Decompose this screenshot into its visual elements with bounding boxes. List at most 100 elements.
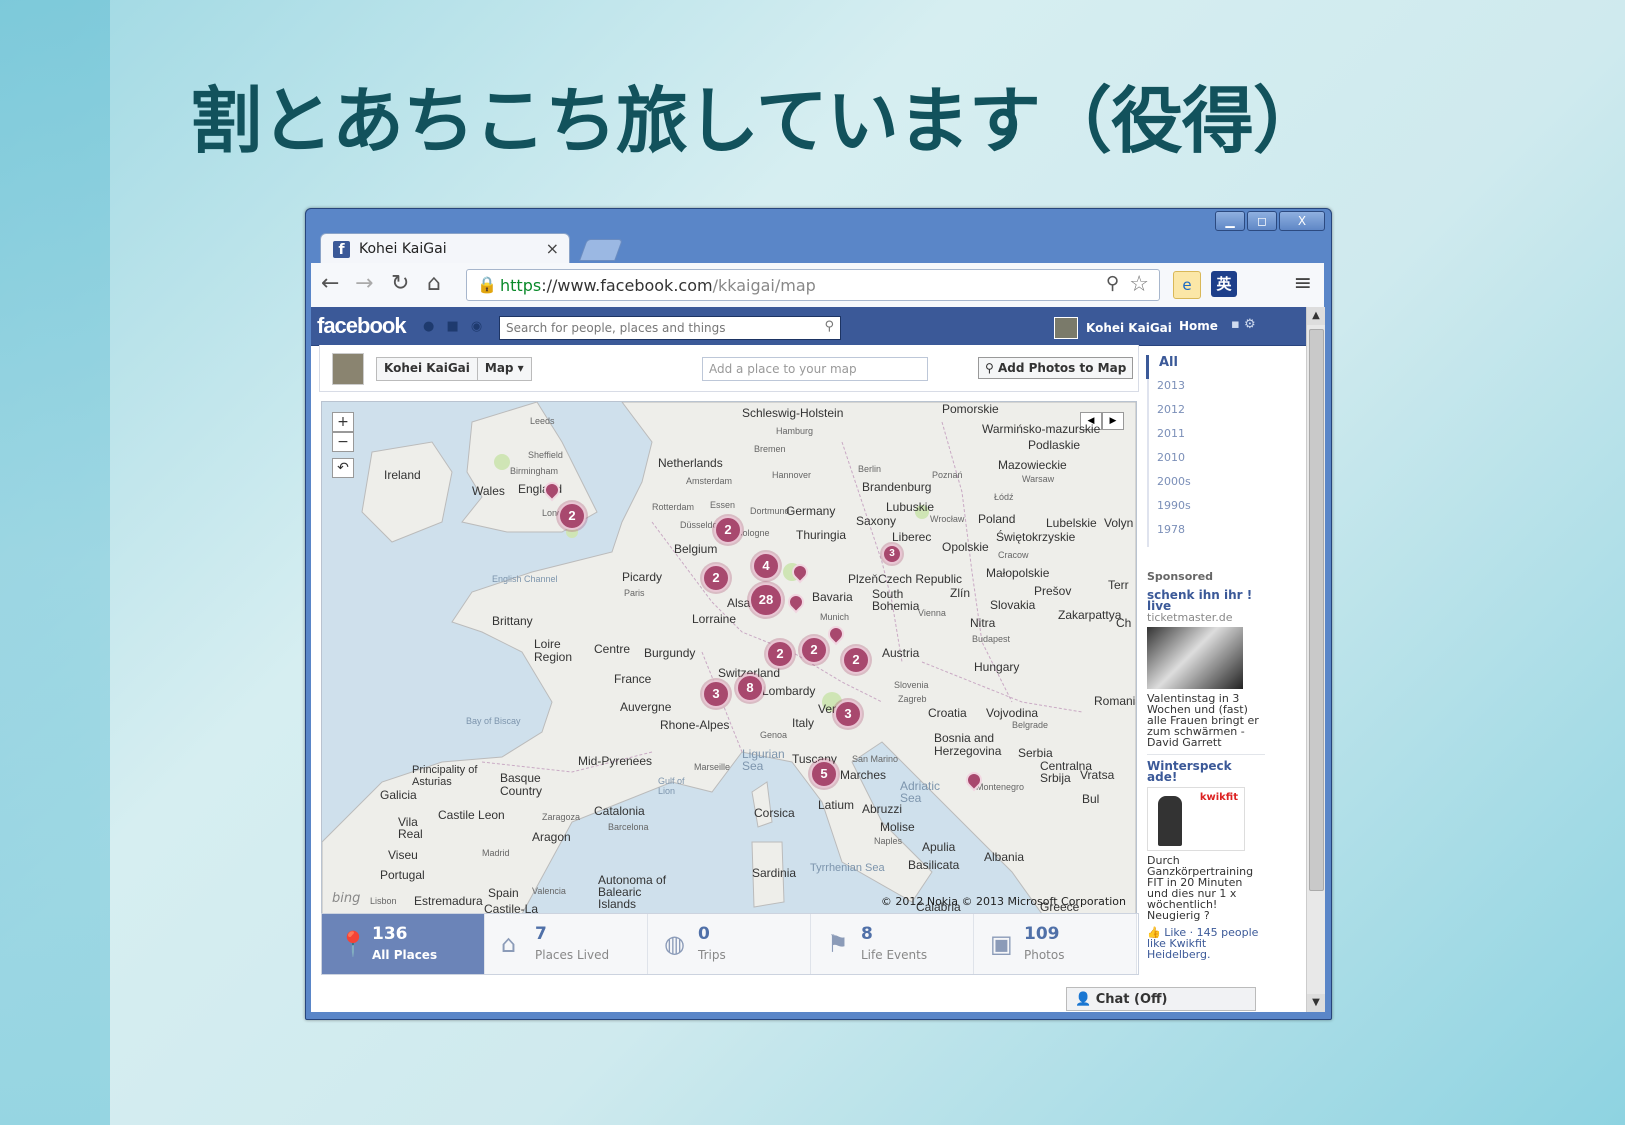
add-photos-button[interactable]: ⚲ Add Photos to Map	[978, 357, 1134, 379]
stat-life-events[interactable]: ⚑ 8 Life Events	[811, 914, 974, 974]
map-label: Sardinia	[752, 866, 797, 880]
map-label: Zakarpattya	[1058, 608, 1122, 622]
page-scrollbar[interactable]: ▲ ▼	[1306, 307, 1325, 1012]
stat-trips[interactable]: ◍ 0 Trips	[648, 914, 811, 974]
map-city: Belgrade	[1012, 720, 1049, 730]
browser-menu-icon[interactable]: ≡	[1294, 271, 1312, 296]
reload-icon[interactable]: ↻	[391, 271, 409, 296]
stat-photos[interactable]: ▣ 109 Photos	[974, 914, 1137, 974]
map-city: Essen	[710, 500, 736, 510]
map-label: Marches	[840, 768, 887, 782]
scroll-up-arrow-icon[interactable]: ▲	[1307, 307, 1325, 325]
home-link[interactable]: Home	[1179, 319, 1218, 333]
map-view[interactable]: + − ↶ ◀ ▶ Schleswig-Holstein Pomorskie W…	[321, 401, 1137, 915]
map-cluster-marker[interactable]: 2	[558, 502, 586, 530]
settings-gear-icon[interactable]: ▪ ⚙	[1231, 317, 1256, 332]
stat-places-lived[interactable]: ⌂ 7 Places Lived	[485, 914, 648, 974]
ad-url[interactable]: ticketmaster.de	[1147, 612, 1265, 623]
map-city: Madrid	[482, 848, 510, 858]
forward-arrow-icon[interactable]: →	[355, 271, 373, 296]
map-city: San Marino	[852, 754, 899, 764]
bookmark-star-icon[interactable]: ☆	[1129, 272, 1149, 297]
map-cluster-marker[interactable]: 8	[736, 674, 764, 702]
map-label: Lorraine	[692, 612, 737, 626]
profile-avatar[interactable]	[332, 353, 364, 385]
zoom-in-button[interactable]: +	[332, 412, 354, 432]
map-city: Wrocław	[930, 514, 965, 524]
map-cluster-marker[interactable]: 2	[702, 564, 730, 592]
facebook-logo[interactable]: facebook	[317, 313, 407, 339]
browser-toolbar: ← → ↻ ⌂ 🔒 https://www.facebook.com/kkaig…	[311, 263, 1324, 307]
map-cluster-marker[interactable]: 5	[810, 760, 838, 788]
map-label: Terr	[1108, 578, 1129, 592]
map-label: Auvergne	[620, 700, 672, 714]
breadcrumb-user[interactable]: Kohei KaiGai	[377, 358, 477, 380]
scroll-thumb[interactable]	[1309, 329, 1324, 891]
map-cluster-marker[interactable]: 2	[766, 640, 794, 668]
address-bar[interactable]: 🔒 https://www.facebook.com/kkaigai/map ⚲…	[466, 269, 1160, 301]
map-city: Barcelona	[608, 822, 649, 832]
ad-title[interactable]: schenk ihn ihr ! live	[1147, 589, 1265, 612]
ad-image[interactable]: kwikfit	[1147, 787, 1245, 851]
map-city: Sheffield	[528, 450, 563, 460]
back-arrow-icon[interactable]: ←	[321, 271, 339, 296]
pan-right-button[interactable]: ▶	[1102, 412, 1124, 430]
ie-tab-extension-icon[interactable]: e	[1173, 271, 1201, 299]
map-label: Italy	[792, 716, 815, 730]
notification-jewels-icon[interactable]: ● ■ ◉	[423, 319, 486, 334]
map-label: Ligurian Sea	[742, 747, 785, 773]
facebook-search-input[interactable]: Search for people, places and things ⚲	[499, 316, 841, 340]
translate-extension-icon[interactable]: 英	[1211, 271, 1237, 297]
map-label: Ireland	[384, 468, 421, 482]
year-filter-item[interactable]: 2010	[1147, 451, 1267, 475]
map-cluster-marker[interactable]: 2	[842, 646, 870, 674]
map-cluster-marker[interactable]: 3	[834, 700, 862, 728]
close-window-button[interactable]: X	[1279, 211, 1325, 231]
browser-window: ▁ ◻ X f Kohei KaiGai × ← → ↻ ⌂ 🔒 https:/…	[305, 208, 1332, 1020]
year-filter-item[interactable]: 1990s	[1147, 499, 1267, 523]
map-label: Zlín	[950, 586, 971, 600]
map-city: Budapest	[972, 634, 1011, 644]
slide-title: 割とあちこち旅しています（役得）	[190, 79, 1325, 163]
map-cluster-marker[interactable]: 2	[800, 636, 828, 664]
scroll-down-arrow-icon[interactable]: ▼	[1307, 994, 1325, 1012]
breadcrumb-map-dropdown[interactable]: Map ▾	[476, 358, 531, 380]
map-cluster-marker[interactable]: 3	[702, 680, 730, 708]
year-filter-item[interactable]: 2013	[1147, 379, 1267, 403]
ad-title[interactable]: Winterspeck ade!	[1147, 760, 1265, 783]
year-filter-item[interactable]: 2012	[1147, 403, 1267, 427]
map-label: Castile Leon	[438, 808, 505, 822]
new-tab-button[interactable]	[578, 239, 624, 261]
map-label: Loire Region	[534, 637, 573, 664]
year-filter-item[interactable]: 2000s	[1147, 475, 1267, 499]
breadcrumb: Kohei KaiGai Map ▾	[376, 357, 532, 381]
map-label: Abruzzi	[862, 802, 903, 816]
year-filter-item[interactable]: 1978	[1147, 523, 1267, 547]
home-icon[interactable]: ⌂	[427, 271, 441, 296]
zoom-out-button[interactable]: −	[332, 432, 354, 452]
browser-tab[interactable]: f Kohei KaiGai ×	[320, 233, 570, 264]
tab-close-icon[interactable]: ×	[546, 239, 559, 258]
map-label: Warmińsko-mazurskie	[982, 422, 1101, 436]
map-label: Lubelskie	[1046, 516, 1097, 530]
map-label: Estremadura	[414, 894, 483, 908]
map-cluster-marker[interactable]: 4	[752, 552, 780, 580]
maximize-button[interactable]: ◻	[1247, 211, 1277, 231]
map-label: Bay of Biscay	[466, 716, 521, 726]
user-nav-link[interactable]: Kohei KaiGai	[1054, 317, 1172, 339]
year-filter-item[interactable]: 2011	[1147, 427, 1267, 451]
chat-bar[interactable]: 👤 Chat (Off)	[1066, 987, 1256, 1011]
ad-image[interactable]	[1147, 627, 1243, 689]
map-cluster-marker[interactable]: 2	[714, 516, 742, 544]
minimize-button[interactable]: ▁	[1215, 211, 1245, 231]
stat-all-places[interactable]: 📍 136 All Places	[322, 914, 485, 974]
ad-like-link[interactable]: 👍 Like · 145 people like Kwikfit Heidelb…	[1147, 927, 1265, 960]
map-cluster-marker[interactable]: 28	[749, 583, 783, 617]
map-city: Lisbon	[370, 896, 397, 906]
map-cluster-marker[interactable]: 3	[882, 544, 902, 564]
reset-map-button[interactable]: ↶	[332, 458, 354, 478]
add-place-input[interactable]: Add a place to your map	[702, 357, 928, 381]
year-filter-all[interactable]: All	[1146, 355, 1267, 379]
search-zoom-icon[interactable]: ⚲	[1106, 273, 1119, 294]
search-icon[interactable]: ⚲	[824, 319, 834, 334]
